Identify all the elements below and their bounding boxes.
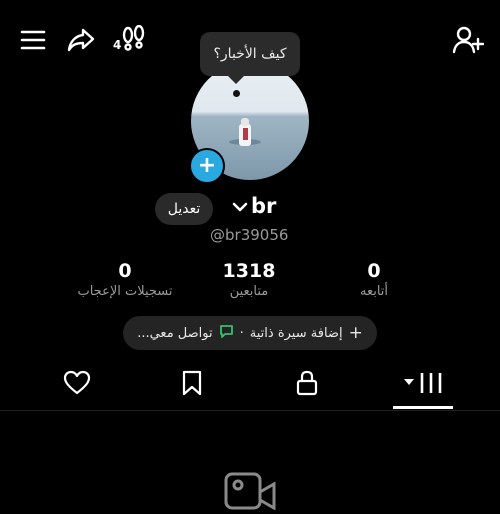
add-bio-label: إضافة سيرة ذاتية [249, 325, 343, 341]
add-story-button[interactable]: + [189, 148, 225, 184]
active-tab-indicator [393, 406, 453, 409]
chat-bubble-icon [219, 324, 234, 342]
bio-separator: · [239, 325, 244, 341]
stat-value: 0 [118, 260, 132, 282]
stat-value: 0 [367, 260, 381, 282]
photo-video-icon [222, 470, 278, 514]
stat-followers[interactable]: 1318 متابعين [184, 260, 314, 299]
tab-videos[interactable] [383, 360, 463, 410]
footprints-badge: 4 [113, 38, 122, 52]
grid-dropdown-icon [402, 371, 444, 399]
add-friend-icon[interactable] [452, 25, 484, 55]
profile-name[interactable]: br [232, 194, 276, 218]
plus-icon: + [348, 322, 363, 343]
contact-label: تواصل معي... [137, 325, 213, 341]
menu-icon[interactable] [20, 29, 46, 51]
tab-favorites[interactable] [152, 360, 232, 410]
edit-profile-button[interactable]: تعديل [155, 193, 213, 225]
profile-handle: @br39056 [210, 226, 289, 244]
profile-name-text: br [251, 194, 277, 218]
profile-tabs [0, 360, 500, 411]
share-icon[interactable] [66, 27, 96, 53]
stat-following[interactable]: 0 أتابعه [309, 260, 439, 299]
bookmark-icon [181, 370, 203, 400]
bio-pill[interactable]: + إضافة سيرة ذاتية · تواصل معي... [123, 316, 377, 350]
stat-likes[interactable]: 0 تسجيلات الإعجاب [60, 260, 190, 299]
tab-liked[interactable] [37, 360, 117, 410]
chevron-down-icon [232, 194, 248, 218]
stat-label: أتابعه [359, 284, 389, 299]
status-bubble[interactable]: كيف الأخبار؟ [200, 32, 300, 84]
stat-value: 1318 [222, 260, 276, 282]
heart-icon [63, 370, 91, 400]
stat-label: متابعين [229, 284, 269, 299]
tab-private[interactable] [267, 360, 347, 410]
stat-label: تسجيلات الإعجاب [77, 284, 173, 299]
lock-icon [296, 370, 318, 400]
